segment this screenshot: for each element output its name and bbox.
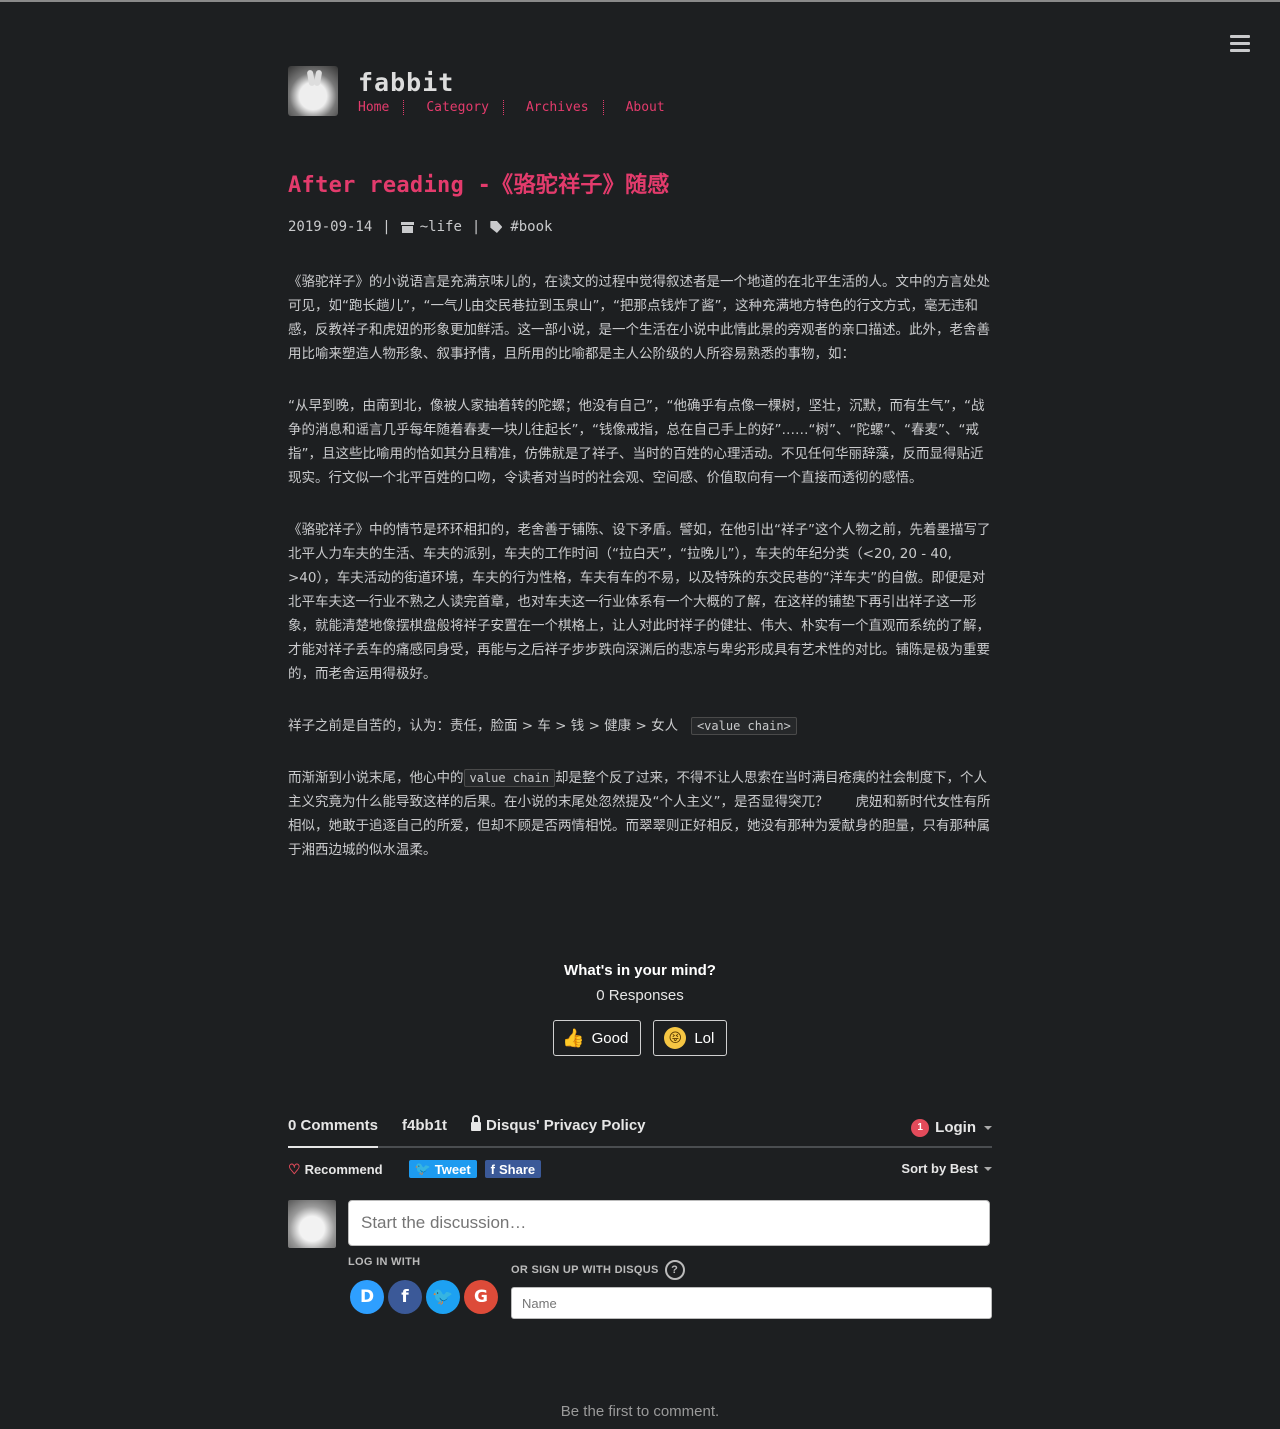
meta-separator: | (471, 219, 481, 235)
lock-icon (471, 1115, 482, 1131)
site-header: fabbit Home Category Archives About (288, 66, 992, 122)
name-field[interactable] (511, 1287, 992, 1319)
recommend-button[interactable]: Recommend (305, 1162, 383, 1177)
facebook-f-icon: f (490, 1161, 496, 1177)
share-label: Share (499, 1161, 536, 1177)
tab-comments[interactable]: 0 Comments (288, 1110, 379, 1148)
paragraph: 祥子之前是自苦的，认为：责任，脸面 > 车 > 钱 > 健康 > 女人 <val… (288, 714, 992, 738)
chevron-down-icon (984, 1167, 992, 1171)
sort-dropdown[interactable]: Sort by Best (901, 1148, 992, 1190)
twitter-bird-icon: 🐦 (414, 1161, 431, 1176)
laughing-face-icon: 😝 (664, 1027, 687, 1049)
disqus-header: 0 Comments f4bb1t Disqus' Privacy Policy… (288, 1110, 992, 1148)
post-date: 2019-09-14 (288, 219, 373, 235)
signup-text: OR SIGN UP WITH DISQUS (511, 1264, 659, 1276)
nav-archives[interactable]: Archives (526, 100, 604, 115)
paragraph: “从早到晚，由南到北，像被人家抽着转的陀螺；他没有自己”，“他确乎有点像一棵树，… (288, 398, 985, 486)
tag-icon (490, 221, 503, 233)
article-body: 《骆驼祥子》的小说语言是充满京味儿的，在读文的过程中觉得叙述者是一个地道的在北平… (288, 270, 992, 890)
sort-label: Sort by Best (901, 1161, 978, 1176)
value-line-text: 祥子之前是自苦的，认为：责任，脸面 > 车 > 钱 > 健康 > 女人 (288, 718, 679, 734)
meta-separator: | (382, 219, 391, 235)
reaction-buttons: 👍 Good 😝 Lol (288, 1020, 992, 1056)
paragraph: 《骆驼祥子》中的情节是环环相扣的，老舍善于铺陈、设下矛盾。譬如，在他引出“祥子”… (288, 522, 991, 682)
tweet-button[interactable]: 🐦 Tweet (408, 1160, 477, 1178)
reaction-label: Lol (694, 1029, 715, 1047)
inline-code: value chain (463, 769, 555, 787)
empty-comments-message: Be the first to comment. (560, 1403, 720, 1420)
reactions-question: What's in your mind? (564, 962, 716, 979)
post-title: After reading -《骆驼祥子》随感 (288, 173, 670, 198)
hamburger-menu-icon[interactable] (1230, 35, 1250, 53)
twitter-icon[interactable]: 🐦 (426, 1280, 460, 1314)
disqus-actions: ♡ Recommend 🐦 Tweet f Share Sort by Best (288, 1148, 992, 1190)
tab-community[interactable]: f4bb1t (402, 1110, 447, 1146)
reactions-widget: What's in your mind? 0 Responses 👍 Good … (288, 962, 992, 1056)
nav-category[interactable]: Category (426, 100, 504, 115)
facebook-icon[interactable]: f (388, 1280, 422, 1314)
login-label: Login (935, 1119, 976, 1136)
post-meta: 2019-09-14 | ~life | #book (288, 219, 552, 235)
reaction-label: Good (591, 1029, 629, 1047)
paragraph-text: 而渐渐到小说末尾，他心中的 (288, 770, 464, 786)
site-title[interactable]: fabbit (358, 68, 454, 97)
post-tag[interactable]: #book (510, 219, 552, 235)
reaction-lol-button[interactable]: 😝 Lol (653, 1020, 728, 1056)
discussion-input[interactable] (348, 1200, 990, 1246)
signup-label: OR SIGN UP WITH DISQUS ? (511, 1260, 685, 1280)
nav-home[interactable]: Home (358, 100, 405, 115)
heart-icon: ♡ (288, 1160, 301, 1177)
google-icon[interactable]: G (464, 1280, 498, 1314)
chevron-down-icon (984, 1126, 992, 1130)
disqus-icon[interactable]: D (350, 1280, 384, 1314)
tweet-label: Tweet (434, 1161, 471, 1177)
user-avatar (288, 1200, 336, 1248)
notification-badge: 1 (911, 1119, 930, 1137)
reactions-count: 0 Responses (596, 987, 684, 1004)
post-category[interactable]: ~life (420, 219, 462, 235)
avatar[interactable] (288, 66, 338, 116)
share-button[interactable]: f Share (484, 1160, 542, 1178)
paragraph: 而渐渐到小说末尾，他心中的 value chain 却是整个反了过来，不得不让人思索… (288, 766, 992, 862)
main-nav: Home Category Archives About (358, 100, 701, 115)
login-menu[interactable]: 1 Login (911, 1110, 992, 1146)
nav-about[interactable]: About (626, 100, 679, 115)
comment-compose: LOG IN WITH D f 🐦 G OR SIGN UP WITH DISQ… (288, 1190, 992, 1320)
archive-box-icon (400, 221, 414, 233)
privacy-policy-link[interactable]: Disqus' Privacy Policy (471, 1110, 646, 1146)
thumbs-up-icon: 👍 (562, 1027, 585, 1049)
inline-code: <value chain> (690, 717, 797, 735)
reaction-good-button[interactable]: 👍 Good (552, 1020, 642, 1056)
disqus-thread: 0 Comments f4bb1t Disqus' Privacy Policy… (288, 1110, 992, 1320)
log-in-with-label: LOG IN WITH (348, 1256, 421, 1268)
paragraph: 《骆驼祥子》的小说语言是充满京味儿的，在读文的过程中觉得叙述者是一个地道的在北平… (288, 274, 990, 362)
privacy-policy-label: Disqus' Privacy Policy (486, 1117, 646, 1134)
login-providers: D f 🐦 G (350, 1280, 498, 1314)
help-icon[interactable]: ? (664, 1260, 685, 1280)
